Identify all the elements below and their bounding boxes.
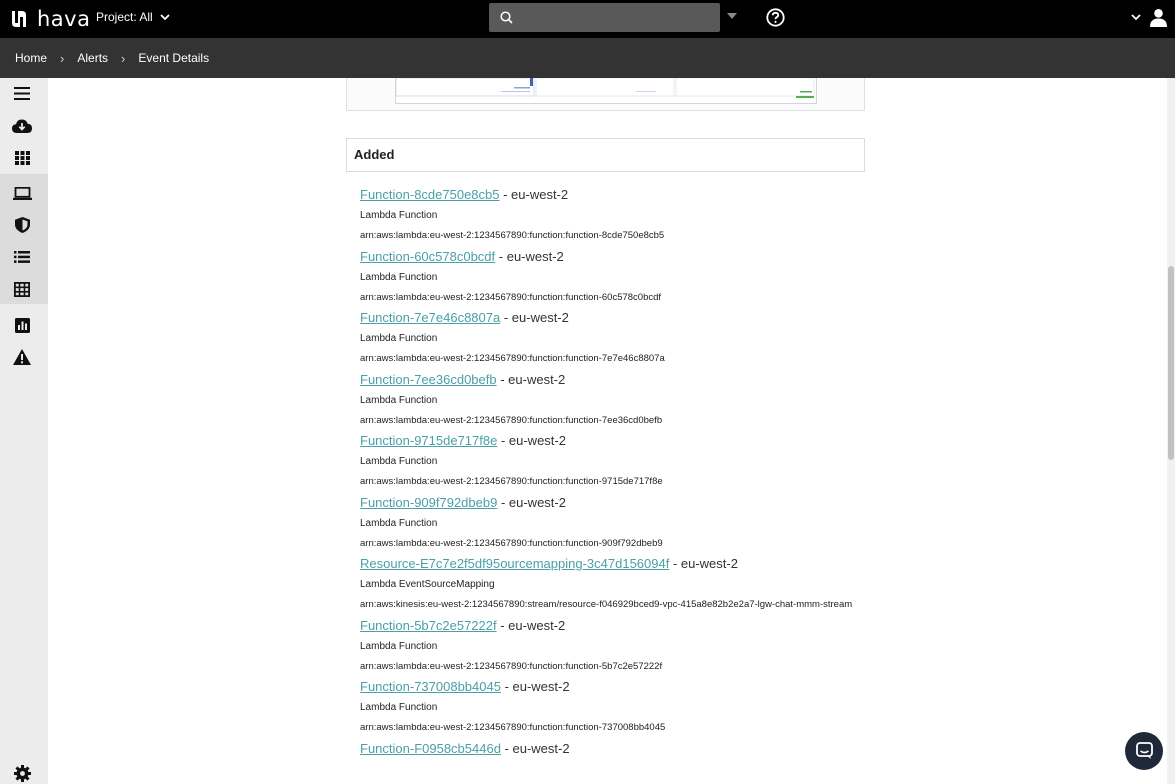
help-icon[interactable] — [766, 8, 785, 27]
cloud-download-icon[interactable] — [11, 115, 33, 137]
table-icon[interactable] — [11, 278, 33, 300]
chat-icon — [1135, 742, 1153, 759]
diagram-preview[interactable] — [346, 77, 865, 111]
breadcrumb-separator-icon: › — [60, 50, 65, 66]
gear-icon[interactable] — [11, 762, 33, 784]
breadcrumb-event-details: Event Details — [138, 51, 210, 65]
resource-type: Lambda Function — [360, 640, 438, 652]
resource-region: - eu-west-2 — [495, 248, 564, 264]
diagram-thumbnail — [395, 77, 815, 98]
list-item: Function-8cde750e8cb5 - eu-west-2 Lambda… — [360, 185, 880, 247]
search-icon — [500, 11, 513, 24]
resource-link[interactable]: Function-9715de717f8e — [360, 433, 497, 448]
resource-type: Lambda Function — [360, 210, 438, 221]
hava-logo[interactable]: hava — [10, 7, 91, 31]
resource-arn: arn:aws:lambda:eu-west-2:1234567890:func… — [360, 353, 665, 364]
menu-icon[interactable] — [11, 82, 33, 104]
section-title: Added — [354, 147, 395, 162]
project-label: Project: All — [96, 10, 153, 24]
search-input[interactable] — [489, 3, 720, 32]
resource-link[interactable]: Resource-E7c7e2f5df95ourcemapping-3c47d1… — [360, 556, 669, 571]
diagram-preview-frame — [395, 77, 817, 104]
resource-type: Lambda Function — [360, 456, 438, 467]
list-item: Function-5b7c2e57222f - eu-west-2 Lambda… — [360, 616, 880, 678]
resource-region: - eu-west-2 — [499, 187, 569, 202]
resource-arn: arn:aws:lambda:eu-west-2:1234567890:func… — [360, 230, 665, 241]
resource-type: Lambda EventSourceMapping — [360, 579, 495, 590]
bar-chart-icon[interactable] — [11, 314, 33, 336]
resource-region: - eu-west-2 — [497, 494, 566, 510]
resource-link[interactable]: Function-60c578c0bcdf — [360, 249, 495, 264]
list-item: Function-F0958cb5446d - eu-west-2 — [360, 739, 880, 759]
resource-arn: arn:aws:lambda:eu-west-2:1234567890:func… — [360, 660, 663, 672]
list-item: Function-7ee36cd0befb - eu-west-2 Lambda… — [360, 370, 880, 432]
breadcrumb-alerts[interactable]: Alerts — [77, 51, 108, 65]
chevron-down-icon[interactable] — [1131, 14, 1141, 21]
top-bar: hava Project: All — [0, 0, 1175, 38]
list-item: Function-7e7e46c8807a - eu-west-2 Lambda… — [360, 308, 880, 370]
list-item: Function-60c578c0bcdf - eu-west-2 Lambda… — [360, 247, 880, 309]
resource-region: - eu-west-2 — [669, 556, 738, 571]
resource-link[interactable]: Function-8cde750e8cb5 — [360, 187, 500, 202]
resource-region: - eu-west-2 — [497, 433, 566, 448]
shield-icon[interactable] — [11, 214, 33, 236]
resource-arn: arn:aws:lambda:eu-west-2:1234567890:func… — [360, 291, 662, 303]
resource-region: - eu-west-2 — [496, 371, 566, 387]
chat-button[interactable] — [1125, 732, 1163, 770]
grid-icon[interactable] — [11, 147, 33, 169]
resource-type: Lambda Function — [360, 271, 438, 283]
chevron-down-icon — [160, 13, 170, 20]
resource-arn: arn:aws:lambda:eu-west-2:1234567890:func… — [360, 476, 663, 487]
resource-region: - eu-west-2 — [500, 740, 570, 756]
resource-type: Lambda Function — [360, 517, 438, 529]
list-item: Function-737008bb4045 - eu-west-2 Lambda… — [360, 677, 880, 739]
list-item: Resource-E7c7e2f5df95ourcemapping-3c47d1… — [360, 554, 880, 616]
laptop-icon[interactable] — [11, 182, 33, 204]
section-header-added: Added — [346, 138, 865, 172]
resource-type: Lambda Function — [360, 333, 438, 344]
breadcrumb: Home › Alerts › Event Details — [0, 38, 1175, 78]
resource-type: Lambda Function — [360, 394, 438, 406]
warning-icon[interactable] — [11, 346, 33, 368]
scrollbar-thumb[interactable] — [1168, 266, 1174, 460]
scrollbar[interactable] — [1167, 78, 1175, 784]
resource-arn: arn:aws:lambda:eu-west-2:1234567890:func… — [360, 722, 666, 733]
list-item: Function-9715de717f8e - eu-west-2 Lambda… — [360, 431, 880, 493]
main-content: Added Function-8cde750e8cb5 - eu-west-2 … — [48, 77, 1167, 784]
hava-logo-mark-icon — [12, 11, 26, 27]
list-item: Function-909f792dbeb9 - eu-west-2 Lambda… — [360, 493, 880, 555]
resource-arn: arn:aws:lambda:eu-west-2:1234567890:func… — [360, 414, 663, 426]
resource-region: - eu-west-2 — [496, 617, 566, 633]
sidebar — [0, 78, 48, 784]
breadcrumb-home[interactable]: Home — [15, 51, 47, 65]
search-dropdown-caret-icon[interactable] — [727, 13, 737, 19]
resource-region: - eu-west-2 — [500, 310, 569, 325]
user-icon[interactable] — [1149, 8, 1168, 27]
logo-text: hava — [37, 7, 91, 31]
resource-link[interactable]: Function-7e7e46c8807a — [360, 310, 500, 325]
resource-link[interactable]: Function-F0958cb5446d — [360, 741, 501, 756]
list-icon[interactable] — [11, 246, 33, 268]
project-selector[interactable]: Project: All — [96, 10, 170, 24]
resource-link[interactable]: Function-7ee36cd0befb — [360, 372, 497, 387]
resource-type: Lambda Function — [360, 702, 438, 713]
resource-link[interactable]: Function-5b7c2e57222f — [360, 618, 497, 633]
breadcrumb-separator-icon: › — [121, 50, 126, 66]
resource-link[interactable]: Function-909f792dbeb9 — [360, 495, 497, 510]
resource-link[interactable]: Function-737008bb4045 — [360, 679, 501, 694]
resource-arn: arn:aws:kinesis:eu-west-2:1234567890:str… — [360, 599, 853, 610]
resource-arn: arn:aws:lambda:eu-west-2:1234567890:func… — [360, 537, 663, 549]
resource-region: - eu-west-2 — [500, 679, 570, 694]
resource-list: Function-8cde750e8cb5 - eu-west-2 Lambda… — [360, 185, 880, 759]
